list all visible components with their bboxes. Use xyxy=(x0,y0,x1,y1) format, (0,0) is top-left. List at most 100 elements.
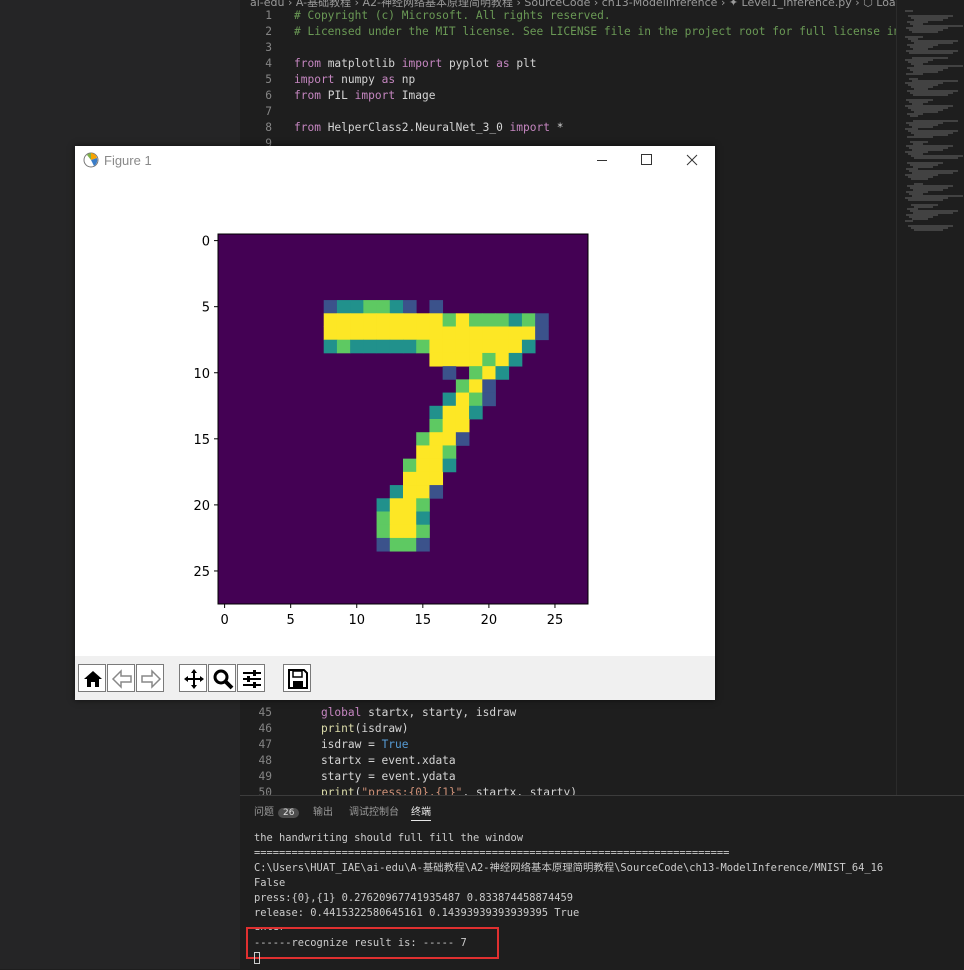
configure-subplots-icon xyxy=(243,670,261,688)
code-token: matplotlib xyxy=(320,57,402,70)
code-token: global xyxy=(320,706,362,719)
minimap-line xyxy=(912,218,928,220)
pixel xyxy=(429,313,444,327)
pixel xyxy=(469,392,483,407)
matplotlib-figure-window[interactable]: Figure 1 0 5 10 15 20 25 0 5 10 15 20 25 xyxy=(75,146,715,700)
code-token: # Licensed under the MIT license. See LI… xyxy=(294,25,928,38)
figure-titlebar[interactable]: Figure 1 xyxy=(75,146,715,176)
code-token: plt xyxy=(509,57,537,70)
pixel xyxy=(363,339,377,354)
minimap[interactable] xyxy=(896,0,964,795)
code-token: as xyxy=(381,73,396,86)
home-icon xyxy=(84,671,102,687)
pixel xyxy=(376,339,391,354)
pixel xyxy=(469,366,483,380)
code-token: numpy xyxy=(334,73,382,86)
terminal-line: False xyxy=(254,877,286,889)
pixel xyxy=(429,326,444,341)
zoom-icon xyxy=(213,669,234,690)
terminal-line: C:\Users\HUAT_IAE\ai-edu\A-基础教程\A2-神经网络基… xyxy=(254,862,884,874)
pixel xyxy=(416,471,430,486)
pixel xyxy=(389,511,404,526)
panel-tab-label: 终端 xyxy=(411,807,431,818)
minimize-button[interactable] xyxy=(578,146,624,176)
minimap-line xyxy=(909,52,953,54)
matplotlib-logo-icon xyxy=(83,152,99,168)
code-text: import numpy as np xyxy=(294,72,415,88)
pixel xyxy=(363,326,377,341)
line-number: 8 xyxy=(265,121,272,134)
code-token: import xyxy=(294,73,335,86)
pixel xyxy=(416,313,430,327)
y-tick-label: 10 xyxy=(193,367,210,382)
pixel xyxy=(416,511,430,526)
configure-subplots-button[interactable] xyxy=(237,664,265,692)
pan-icon xyxy=(184,669,204,689)
pixel xyxy=(376,511,391,526)
zoom-button[interactable] xyxy=(208,664,236,692)
figure-toolbar xyxy=(75,656,715,700)
pixel xyxy=(403,524,417,539)
pixel xyxy=(482,366,496,380)
pixel xyxy=(403,485,417,499)
forward-arrow-icon xyxy=(141,669,162,689)
pixel xyxy=(376,498,391,512)
pixel xyxy=(403,537,417,552)
pixel xyxy=(495,339,510,354)
pixel xyxy=(323,300,338,314)
pixel xyxy=(442,339,457,354)
pixel xyxy=(416,445,430,460)
minimap-line xyxy=(907,136,933,138)
pixel xyxy=(455,339,470,354)
code-text: from matplotlib import pyplot as plt xyxy=(294,56,537,72)
pixel xyxy=(455,313,470,327)
line-number: 46 xyxy=(258,722,272,735)
pixel xyxy=(429,432,444,446)
save-button[interactable] xyxy=(283,664,311,692)
panel-tab[interactable]: 终端 xyxy=(411,803,431,821)
code-text: starty = event.ydata xyxy=(294,769,456,785)
line-number: 2 xyxy=(265,25,272,38)
pixel xyxy=(469,379,483,393)
pixel xyxy=(442,352,457,367)
terminal-line: press:{0},{1} 0.27620967741935487 0.8338… xyxy=(254,892,574,904)
pixel xyxy=(376,300,391,314)
pixel xyxy=(521,339,536,354)
panel-tab[interactable]: 输出 xyxy=(313,803,333,818)
pixel xyxy=(482,326,496,341)
pixel xyxy=(363,313,377,327)
pixel xyxy=(508,352,523,367)
pixel xyxy=(455,392,470,407)
panel-tab[interactable]: 问题 26 xyxy=(254,803,300,818)
pixel xyxy=(469,339,483,354)
mnist-image-plot[interactable]: 0 5 10 15 20 25 0 5 10 15 20 25 xyxy=(75,176,715,656)
back-arrow-icon xyxy=(111,669,132,689)
pixel xyxy=(429,458,444,473)
pixel xyxy=(389,326,404,341)
pixel xyxy=(416,339,430,354)
pixel xyxy=(416,537,430,552)
home-button[interactable] xyxy=(78,664,106,692)
code-token: startx = event.xdata xyxy=(294,754,456,767)
pixel xyxy=(350,313,364,327)
pan-button[interactable] xyxy=(179,664,207,692)
breadcrumb[interactable]: ai-edu › A-基础教程 › A2-神经网络基本原理简明教程 › Sour… xyxy=(250,0,922,9)
pixel xyxy=(389,524,404,539)
forward-button[interactable] xyxy=(136,664,164,692)
minimize-icon xyxy=(597,160,607,161)
pixel xyxy=(429,300,444,314)
save-icon xyxy=(288,669,308,689)
code-text: # Licensed under the MIT license. See LI… xyxy=(294,24,927,40)
panel-tab[interactable]: 调试控制台 xyxy=(349,803,399,818)
pixel xyxy=(416,326,430,341)
back-button[interactable] xyxy=(107,664,135,692)
line-number: 45 xyxy=(258,706,272,719)
code-text: startx = event.xdata xyxy=(294,753,456,769)
pixel xyxy=(455,405,470,420)
maximize-button[interactable] xyxy=(624,146,670,176)
pixel xyxy=(389,537,404,552)
pixel xyxy=(429,485,444,499)
pixel xyxy=(455,352,470,367)
pixel xyxy=(403,471,417,486)
close-button[interactable] xyxy=(669,146,715,176)
